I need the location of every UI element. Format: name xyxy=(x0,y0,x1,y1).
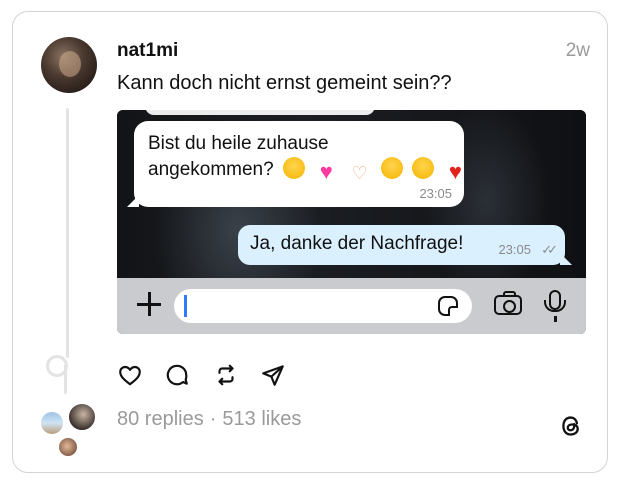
camera-icon xyxy=(494,291,522,315)
outgoing-message-time: 23:05 xyxy=(498,242,531,257)
pleading-face-icon xyxy=(380,157,403,179)
threads-logo-icon[interactable] xyxy=(558,413,584,439)
read-receipt-icon: ✓✓ xyxy=(541,242,558,257)
cropped-bubble xyxy=(145,110,375,115)
incoming-message-line-1: Bist du heile zuhause xyxy=(148,133,329,154)
microphone-icon xyxy=(544,290,566,322)
text-cursor xyxy=(184,295,187,317)
red-heart-icon: ♥ xyxy=(448,159,462,184)
author-avatar[interactable] xyxy=(41,37,97,93)
likes-count[interactable]: 513 likes xyxy=(222,408,301,430)
chat-screenshot-image[interactable]: Bist du heile zuhause angekommen? ♥ ♡ ♥ … xyxy=(117,110,586,334)
thread-line-tail xyxy=(64,364,67,394)
heart-icon[interactable] xyxy=(117,362,143,388)
comment-icon[interactable] xyxy=(164,362,190,388)
repost-icon[interactable] xyxy=(213,362,239,388)
pink-heart-icon: ♥ xyxy=(319,159,333,184)
replier-avatar[interactable] xyxy=(57,436,79,458)
sticker-icon xyxy=(438,296,458,316)
post-stats[interactable]: 80 replies · 513 likes xyxy=(117,408,301,431)
replier-avatar[interactable] xyxy=(67,402,97,432)
post-time: 2w xyxy=(565,40,590,61)
share-icon[interactable] xyxy=(260,362,286,388)
replier-avatar[interactable] xyxy=(39,410,65,436)
post-caption: Kann doch nicht ernst gemeint sein?? xyxy=(117,72,452,94)
replies-count[interactable]: 80 replies xyxy=(117,408,204,430)
incoming-message-bubble: Bist du heile zuhause angekommen? ♥ ♡ ♥ … xyxy=(127,121,464,207)
message-input xyxy=(174,289,472,323)
plus-icon xyxy=(135,290,163,318)
pleading-face-icon xyxy=(412,157,435,179)
thread-line xyxy=(66,108,69,358)
stats-separator: · xyxy=(209,408,217,430)
pleading-face-icon xyxy=(282,157,305,179)
chat-input-bar xyxy=(117,278,586,334)
heart-hands-icon: ♡ xyxy=(351,163,368,183)
outgoing-message-bubble: Ja, danke der Nachfrage! 23:05 ✓✓ xyxy=(238,225,572,265)
incoming-message-time: 23:05 xyxy=(419,186,452,201)
incoming-message-line-2: angekommen? xyxy=(148,159,274,180)
author-username[interactable]: nat1mi xyxy=(117,40,178,62)
